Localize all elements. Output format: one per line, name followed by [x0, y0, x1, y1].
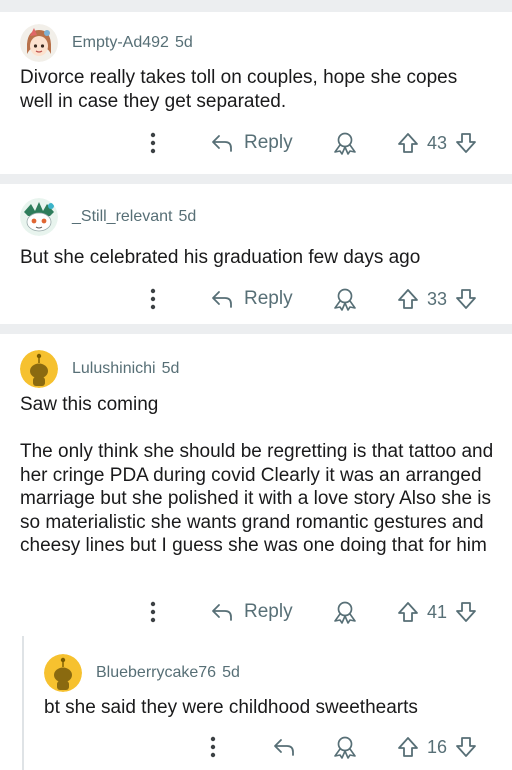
more-icon — [150, 132, 156, 154]
comment-age: 5d — [161, 360, 180, 377]
award-button[interactable] — [332, 735, 358, 759]
snoo-avatar-icon — [44, 654, 82, 692]
comment-body: bt she said they were childhood sweethea… — [44, 697, 418, 718]
vote-score: 41 — [427, 601, 448, 622]
snoo-avatar-icon — [20, 350, 58, 388]
downvote-icon[interactable] — [455, 735, 477, 759]
more-icon — [150, 288, 156, 310]
more-button[interactable] — [146, 287, 160, 311]
comment-body: Divorce really takes toll on couples, ho… — [20, 67, 458, 112]
more-button[interactable] — [146, 600, 160, 624]
comment-author[interactable]: Blueberrycake76 — [96, 664, 216, 682]
comment-author[interactable]: Empty-Ad492 — [72, 34, 169, 52]
award-button[interactable] — [332, 287, 358, 311]
comment-body: But she celebrated his graduation few da… — [20, 247, 421, 268]
comment-author[interactable]: Lulushinichi — [72, 360, 156, 378]
anime-avatar-icon — [20, 24, 58, 62]
upvote-icon[interactable] — [397, 131, 419, 155]
comment-gap — [0, 174, 512, 184]
reply-label: Reply — [244, 288, 293, 309]
upvote-icon[interactable] — [397, 287, 419, 311]
reply-button[interactable]: Reply — [210, 288, 293, 310]
comment-age: 5d — [222, 664, 240, 681]
reply-arrow-icon — [212, 135, 232, 152]
monster-avatar-icon — [20, 198, 58, 236]
award-button[interactable] — [332, 600, 358, 624]
comment-gap — [0, 324, 512, 334]
comment-actions: Reply 41 — [0, 597, 512, 627]
comment-card-3: Lulushinichi 5d Saw this coming The only… — [0, 334, 512, 770]
reply-header: Blueberrycake76 5d — [44, 654, 240, 692]
award-icon — [334, 288, 356, 311]
comment-actions: Reply 33 — [0, 284, 512, 314]
reply-button[interactable]: Reply — [210, 601, 293, 623]
vote-controls: 43 — [397, 131, 477, 155]
comment-header: Lulushinichi 5d — [20, 350, 179, 388]
more-button[interactable] — [146, 131, 160, 155]
avatar[interactable] — [20, 24, 58, 62]
vote-controls: 16 — [397, 735, 477, 759]
downvote-icon[interactable] — [455, 131, 477, 155]
downvote-icon[interactable] — [455, 287, 477, 311]
vote-controls: 41 — [397, 600, 477, 624]
award-icon — [334, 132, 356, 155]
more-button[interactable] — [206, 735, 220, 759]
vote-score: 33 — [427, 288, 448, 309]
comment-actions: Reply 43 — [0, 128, 512, 158]
comment-header: _Still_relevant 5d — [20, 198, 196, 236]
top-gap — [0, 0, 512, 12]
comment-card-2: _Still_relevant 5d But she celebrated hi… — [0, 184, 512, 324]
vote-score: 43 — [427, 132, 448, 153]
reply-actions: 16 — [0, 732, 512, 762]
vote-controls: 33 — [397, 287, 477, 311]
reply-button[interactable] — [272, 736, 296, 758]
reply-label: Reply — [244, 132, 293, 153]
more-icon — [150, 601, 156, 623]
comment-author[interactable]: _Still_relevant — [72, 208, 173, 226]
reply-button[interactable]: Reply — [210, 132, 293, 154]
upvote-icon[interactable] — [397, 600, 419, 624]
comment-age: 5d — [178, 208, 197, 225]
avatar[interactable] — [20, 350, 58, 388]
upvote-icon[interactable] — [397, 735, 419, 759]
more-icon — [210, 736, 216, 758]
award-button[interactable] — [332, 131, 358, 155]
comment-header: Empty-Ad492 5d — [20, 24, 193, 62]
reply-label: Reply — [244, 601, 293, 622]
reply-arrow-icon — [212, 604, 232, 621]
avatar[interactable] — [44, 654, 82, 692]
vote-score: 16 — [427, 736, 448, 757]
comment-card-1: Empty-Ad492 5d Divorce really takes toll… — [0, 12, 512, 174]
avatar[interactable] — [20, 198, 58, 236]
reply-arrow-icon — [274, 739, 294, 756]
award-icon — [334, 736, 356, 759]
comment-body: Saw this coming The only think she shoul… — [20, 394, 494, 556]
comment-age: 5d — [174, 34, 193, 51]
reply-arrow-icon — [212, 291, 232, 308]
award-icon — [334, 601, 356, 624]
downvote-icon[interactable] — [455, 600, 477, 624]
